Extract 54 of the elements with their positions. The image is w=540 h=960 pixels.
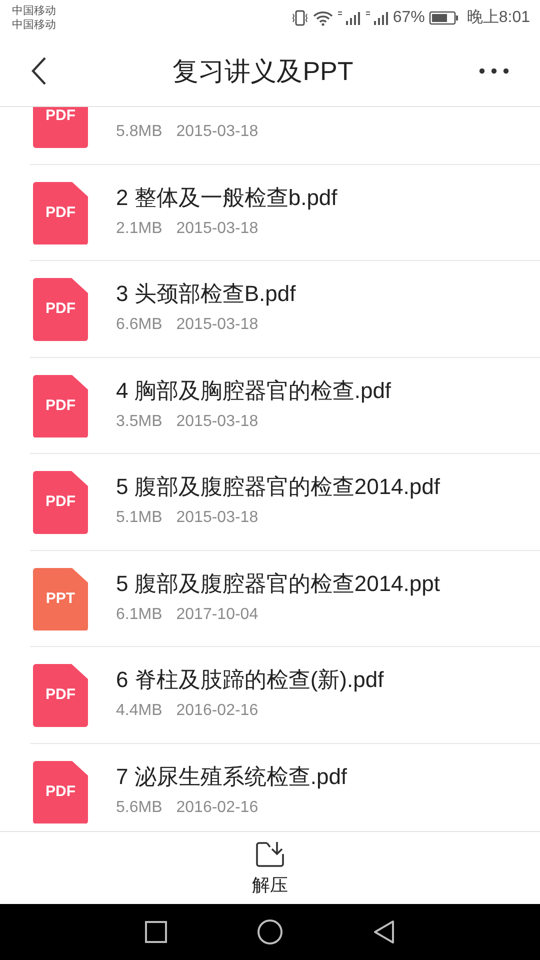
- file-date: 2016-02-16: [176, 701, 258, 721]
- back-icon[interactable]: [30, 56, 48, 86]
- extract-button[interactable]: 解压: [252, 832, 288, 904]
- battery-percent: 67%: [392, 8, 425, 28]
- carrier-name: 中国移动: [12, 4, 56, 18]
- home-icon[interactable]: [257, 919, 283, 945]
- file-row[interactable]: PDF 2 整体及一般检查b.pdf 2.1MB 2015-03-18: [30, 164, 540, 261]
- file-name: 4 胸部及胸腔器官的检查.pdf: [116, 376, 392, 405]
- file-size: 5.1MB: [116, 508, 162, 528]
- file-row[interactable]: PDF 3 头颈部检查B.pdf 6.6MB 2015-03-18: [30, 261, 540, 358]
- file-type-icon: PDF: [33, 471, 88, 534]
- file-type-icon: PDF: [33, 760, 88, 824]
- page-title: 复习讲义及PPT: [172, 54, 354, 88]
- file-size: 2.1MB: [116, 218, 162, 238]
- file-type-icon: PDF: [33, 278, 88, 341]
- clock: 晚上8:01: [466, 8, 530, 28]
- file-type-icon: PDF: [33, 374, 88, 438]
- file-name: 5 腹部及腹腔器官的检查2014.pdf: [116, 473, 440, 501]
- file-size: 5.6MB: [116, 798, 162, 818]
- file-name: 5 腹部及腹腔器官的检查2014.ppt: [116, 570, 440, 598]
- file-type-icon: PDF: [33, 107, 88, 148]
- file-size: 6.1MB: [116, 604, 162, 624]
- file-size: 6.6MB: [116, 315, 162, 335]
- file-row[interactable]: PPT 5 腹部及腹腔器官的检查2014.ppt 6.1MB 2017-10-04: [30, 550, 540, 647]
- file-date: 2015-03-18: [176, 315, 258, 335]
- file-size: 5.8MB: [116, 122, 162, 142]
- file-date: 2015-03-18: [176, 412, 258, 432]
- more-icon[interactable]: [478, 67, 510, 75]
- wifi-icon: [312, 10, 333, 26]
- file-date: 2017-10-04: [176, 604, 258, 624]
- file-row[interactable]: PDF 6 脊柱及肢蹄的检查(新).pdf 4.4MB 2016-02-16: [30, 647, 540, 744]
- file-name: 3 头颈部检查B.pdf: [116, 280, 296, 308]
- file-name: 7 泌尿生殖系统检查.pdf: [116, 762, 348, 791]
- file-date: 2015-03-18: [176, 508, 258, 528]
- signal-icon: [336, 10, 361, 26]
- file-name: 2 整体及一般检查b.pdf: [116, 184, 338, 212]
- file-size: 3.5MB: [116, 412, 162, 432]
- file-type-icon: PDF: [33, 664, 88, 727]
- recents-icon[interactable]: [145, 921, 167, 943]
- file-size: 4.4MB: [116, 701, 162, 721]
- file-date: 2015-03-18: [176, 122, 258, 142]
- file-type-icon: PPT: [33, 568, 88, 630]
- carrier-name: 中国移动: [12, 18, 56, 32]
- back-icon[interactable]: [373, 920, 395, 944]
- signal-icon: [364, 10, 389, 26]
- folder-download-icon: [255, 840, 285, 868]
- file-name: 6 脊柱及肢蹄的检查(新).pdf: [116, 666, 384, 694]
- file-type-icon: PDF: [33, 182, 88, 244]
- file-date: 2015-03-18: [176, 218, 258, 238]
- battery-icon: [428, 11, 459, 25]
- file-row[interactable]: PDF 4 胸部及胸腔器官的检查.pdf 3.5MB 2015-03-18: [30, 358, 540, 454]
- vibrate-icon: [290, 10, 309, 26]
- file-date: 2016-02-16: [176, 798, 258, 818]
- file-row[interactable]: PDF 5 腹部及腹腔器官的检查2014.pdf 5.1MB 2015-03-18: [30, 454, 540, 550]
